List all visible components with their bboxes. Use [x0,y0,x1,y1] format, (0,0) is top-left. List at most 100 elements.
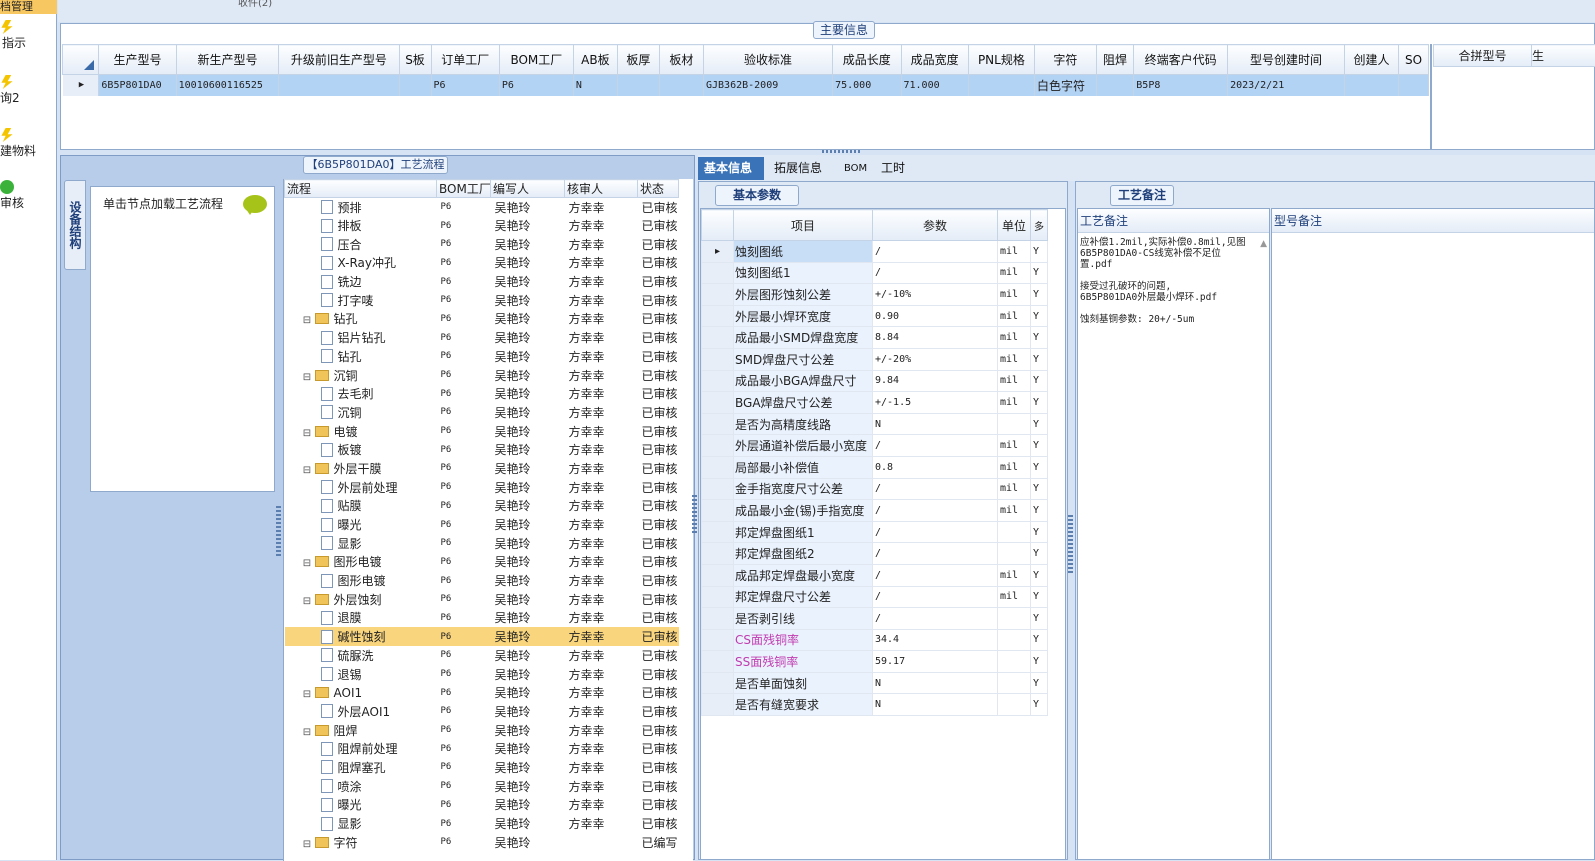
tree-row[interactable]: 预排P6吴艳玲方幸幸已审核 [285,198,679,217]
param-flag[interactable]: Y [1031,456,1048,478]
param-flag[interactable]: Y [1031,284,1048,306]
tree-cell-bom[interactable]: P6 [437,777,491,796]
table-cell[interactable]: GJB362B-2009 [704,75,833,96]
param-val[interactable]: / [873,262,998,284]
param-val[interactable]: / [873,478,998,500]
table-cell[interactable]: P6 [499,75,573,96]
tree-cell-checker[interactable]: 方幸幸 [565,440,638,459]
tree-cell-writer[interactable]: 吴艳玲 [491,384,565,403]
tree-cell-bom[interactable]: P6 [437,646,491,665]
table-row[interactable]: SMD焊盘尺寸公差+/-20%milY [702,348,1048,370]
table-cell[interactable]: 75.000 [833,75,901,96]
param-val[interactable]: N [873,672,998,694]
param-val[interactable]: +/-1.5 [873,392,998,414]
tree-cell-checker[interactable]: 方幸幸 [565,235,638,254]
param-unit[interactable] [998,413,1031,435]
tree-cell-writer[interactable]: 吴艳玲 [491,702,565,721]
table-row[interactable]: SS面残铜率59.17Y [702,651,1048,673]
table-cell[interactable] [1096,75,1134,96]
tree-node[interactable]: 曝光 [285,796,437,815]
param-name[interactable]: BGA焊盘尺寸公差 [734,392,873,414]
splitter-handle[interactable] [692,495,697,535]
tree-cell-writer[interactable]: 吴艳玲 [491,833,565,852]
param-flag[interactable]: Y [1031,392,1048,414]
param-flag[interactable]: Y [1031,629,1048,651]
param-flag[interactable]: Y [1031,608,1048,630]
tree-cell-status[interactable]: 已审核 [638,534,679,553]
tree-row[interactable]: ⊟外层干膜P6吴艳玲方幸幸已审核 [285,459,679,478]
tree-cell-writer[interactable]: 吴艳玲 [491,459,565,478]
column-header[interactable]: S板 [399,45,431,75]
tree-node[interactable]: 压合 [285,235,437,254]
tree-row[interactable]: 铣边P6吴艳玲方幸幸已审核 [285,272,679,291]
tree-node[interactable]: ⊟电镀 [285,422,437,441]
row-selector[interactable] [702,586,734,608]
tree-cell-checker[interactable]: 方幸幸 [565,384,638,403]
param-unit[interactable]: mil [998,262,1031,284]
table-row[interactable]: 成品邦定焊盘最小宽度/milY [702,564,1048,586]
tree-row[interactable]: 排板P6吴艳玲方幸幸已审核 [285,216,679,235]
tree-row[interactable]: ⊟沉铜P6吴艳玲方幸幸已审核 [285,366,679,385]
tree-cell-checker[interactable]: 方幸幸 [565,497,638,516]
tree-node[interactable]: 显影 [285,534,437,553]
tree-row[interactable]: 碱性蚀刻P6吴艳玲方幸幸已审核 [285,627,679,646]
param-name[interactable]: SMD焊盘尺寸公差 [734,348,873,370]
row-selector[interactable] [702,305,734,327]
tree-cell-bom[interactable]: P6 [437,459,491,478]
tree-cell-bom[interactable]: P6 [437,721,491,740]
param-flag[interactable]: Y [1031,586,1048,608]
column-header[interactable]: 阻焊 [1096,45,1134,75]
tree-cell-checker[interactable]: 方幸幸 [565,272,638,291]
tree-cell-checker[interactable]: 方幸幸 [565,254,638,273]
tree-cell-status[interactable]: 已审核 [638,758,679,777]
tree-row[interactable]: 硫脲洗P6吴艳玲方幸幸已审核 [285,646,679,665]
param-val[interactable]: / [873,521,998,543]
tree-cell-status[interactable]: 已审核 [638,796,679,815]
tree-cell-status[interactable]: 已审核 [638,515,679,534]
tree-cell-checker[interactable]: 方幸幸 [565,590,638,609]
tree-node[interactable]: 贴膜 [285,497,437,516]
param-unit[interactable] [998,672,1031,694]
table-cell[interactable]: 6B5P801DA0 [99,75,176,96]
column-header[interactable]: 板厚 [617,45,659,75]
column-header[interactable]: SO [1399,45,1429,75]
column-header[interactable]: 多 [1031,210,1048,241]
column-header[interactable]: 状态 [638,180,679,198]
tree-cell-bom[interactable]: P6 [437,590,491,609]
table-cell[interactable]: P6 [431,75,499,96]
collapse-toggle-icon[interactable]: ⊟ [303,727,312,738]
row-selector[interactable] [702,456,734,478]
param-name[interactable]: 蚀刻图纸 [734,241,873,263]
tree-cell-writer[interactable]: 吴艳玲 [491,553,565,572]
tree-row[interactable]: 贴膜P6吴艳玲方幸幸已审核 [285,497,679,516]
tree-cell-checker[interactable]: 方幸幸 [565,571,638,590]
tree-cell-checker[interactable]: 方幸幸 [565,721,638,740]
tree-cell-bom[interactable]: P6 [437,440,491,459]
scroll-up-icon[interactable]: ▲ [1260,239,1267,249]
row-selector[interactable] [702,284,734,306]
tree-row[interactable]: 喷涂P6吴艳玲方幸幸已审核 [285,777,679,796]
param-val[interactable]: / [873,543,998,565]
table-cell[interactable] [399,75,431,96]
param-flag[interactable]: Y [1031,262,1048,284]
param-name[interactable]: 外层通道补偿后最小宽度 [734,435,873,457]
tree-cell-checker[interactable]: 方幸幸 [565,534,638,553]
tree-node[interactable]: 碱性蚀刻 [285,627,437,646]
tree-cell-status[interactable]: 已审核 [638,553,679,572]
tree-cell-checker[interactable]: 方幸幸 [565,553,638,572]
table-row[interactable]: BGA焊盘尺寸公差+/-1.5milY [702,392,1048,414]
param-unit[interactable] [998,608,1031,630]
param-flag[interactable]: Y [1031,348,1048,370]
tree-row[interactable]: 阻焊塞孔P6吴艳玲方幸幸已审核 [285,758,679,777]
tree-cell-writer[interactable]: 吴艳玲 [491,310,565,329]
tree-cell-writer[interactable]: 吴艳玲 [491,758,565,777]
row-selector[interactable]: ▸ [702,241,734,263]
tree-cell-bom[interactable]: P6 [437,665,491,684]
tree-cell-writer[interactable]: 吴艳玲 [491,534,565,553]
tree-cell-bom[interactable]: P6 [437,254,491,273]
tree-cell-checker[interactable]: 方幸幸 [565,646,638,665]
column-header[interactable]: 项目 [734,210,873,241]
row-selector[interactable] [702,543,734,565]
param-val[interactable]: / [873,564,998,586]
param-val[interactable]: / [873,586,998,608]
